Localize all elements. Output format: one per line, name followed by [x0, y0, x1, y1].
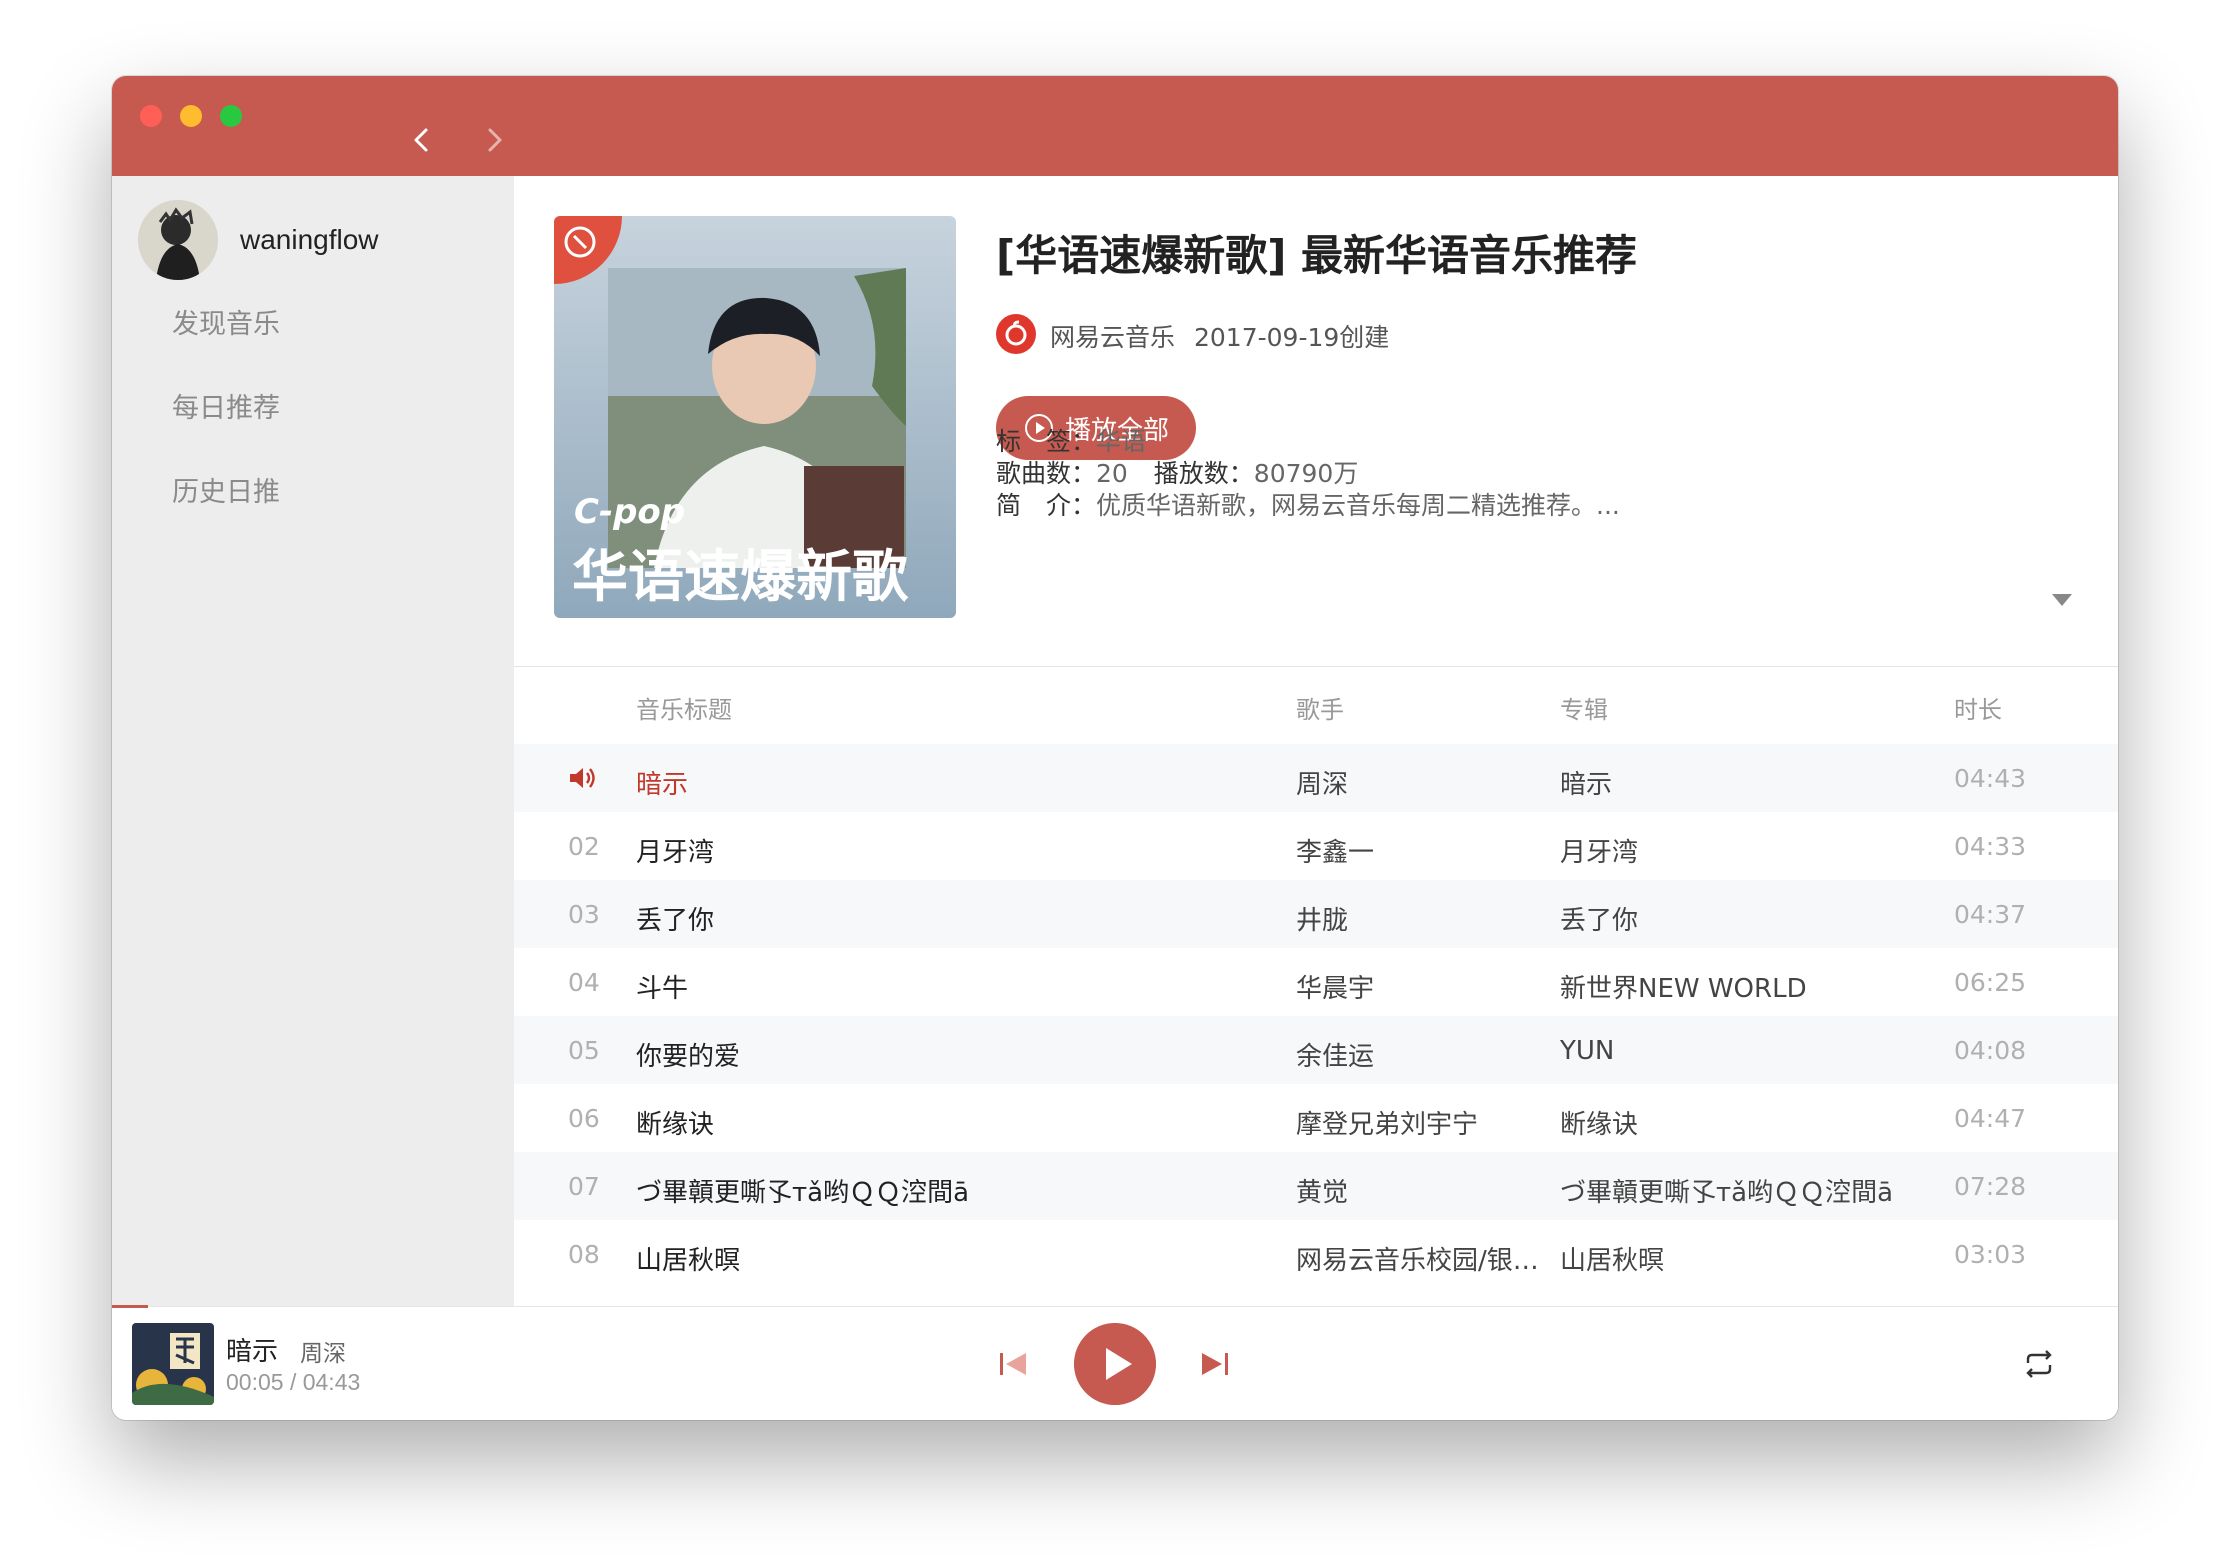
- playlist-title: [华语速爆新歌] 最新华语音乐推荐: [996, 231, 1638, 280]
- menu-discover-music[interactable]: 发现音乐: [172, 302, 280, 341]
- song-row[interactable]: 06 断缘诀 摩登兄弟刘宇宁 断缘诀 04:47: [514, 1084, 2118, 1152]
- chevron-left-icon[interactable]: [402, 120, 442, 160]
- song-index: 04: [568, 968, 600, 997]
- netease-logo-icon: [996, 314, 1036, 354]
- song-artist[interactable]: 网易云音乐校园/银…: [1296, 1240, 1548, 1277]
- song-count-label: 歌曲数：: [996, 459, 1097, 488]
- play-count-label: 播放数：: [1153, 459, 1254, 488]
- intro-row: 简 介：优质华语新歌，网易云音乐每周二精选推荐。...: [996, 486, 1620, 522]
- tag-value[interactable]: 华语: [1096, 427, 1146, 456]
- close-window-button[interactable]: [140, 105, 162, 127]
- song-row[interactable]: 04 斗牛 华晨宇 新世界NEW WORLD 06:25: [514, 948, 2118, 1016]
- app-window: waningflow 发现音乐 每日推荐 历史日推 C-pop 华语速爆新歌 […: [112, 76, 2118, 1420]
- song-artist[interactable]: 井胧: [1296, 900, 1548, 937]
- repeat-icon[interactable]: [2022, 1349, 2056, 1379]
- song-album[interactable]: YUN: [1560, 1036, 1614, 1066]
- cover-caption-big: 华语速爆新歌: [572, 545, 908, 610]
- song-duration: 06:25: [1954, 968, 2027, 997]
- tags-row: 标 签：华语: [996, 422, 1146, 458]
- song-artist[interactable]: 摩登兄弟刘宇宁: [1296, 1104, 1548, 1141]
- username[interactable]: waningflow: [240, 224, 379, 256]
- song-count: 20: [1096, 459, 1128, 488]
- tags-label: 标 签：: [996, 427, 1097, 456]
- song-row[interactable]: 08 山居秋暝 网易云音乐校园/银… 山居秋暝 03:03: [514, 1220, 2118, 1288]
- previous-track-icon[interactable]: [996, 1347, 1030, 1381]
- song-duration: 04:37: [1954, 900, 2027, 929]
- song-duration: 04:08: [1954, 1036, 2027, 1065]
- song-row[interactable]: 07 づ畢贑更嘶孓тǎ哟ＱＱ涳間ā 黄觉 づ畢贑更嘶孓тǎ哟ＱＱ涳間ā 07:2…: [514, 1152, 2118, 1220]
- next-track-icon[interactable]: [1198, 1347, 1232, 1381]
- divider: [514, 666, 2118, 667]
- song-list: 暗示 周深 暗示 04:43 02 月牙湾 李鑫一 月牙湾 04:33 03 丢…: [514, 744, 2118, 1290]
- song-index: 05: [568, 1036, 600, 1065]
- song-artist[interactable]: 黄觉: [1296, 1172, 1548, 1209]
- song-index: 08: [568, 1240, 600, 1269]
- header-artist: 歌手: [1296, 696, 1344, 724]
- song-row-playing[interactable]: 暗示 周深 暗示 04:43: [514, 744, 2118, 812]
- counts-row: 歌曲数：20 播放数：80790万: [996, 454, 1358, 490]
- intro-text: 优质华语新歌，网易云音乐每周二精选推荐。...: [1096, 491, 1620, 520]
- song-row[interactable]: 03 丢了你 井胧 丢了你 04:37: [514, 880, 2118, 948]
- header-duration: 时长: [1954, 696, 2002, 724]
- song-row[interactable]: 05 你要的爱 余佳运 YUN 04:08: [514, 1016, 2118, 1084]
- song-duration: 04:47: [1954, 1104, 2027, 1133]
- header-album: 专辑: [1560, 696, 1608, 724]
- player-bar: 暗示 周深 00:05 / 04:43: [112, 1305, 2118, 1420]
- avatar[interactable]: [138, 200, 218, 280]
- song-album[interactable]: 丢了你: [1560, 900, 1638, 937]
- song-title: 暗示: [636, 770, 689, 800]
- song-album[interactable]: 月牙湾: [1560, 832, 1638, 869]
- play-button[interactable]: [1074, 1323, 1156, 1405]
- song-title: 丢了你: [636, 906, 715, 936]
- title-bar: [112, 76, 2118, 176]
- song-title: 月牙湾: [636, 838, 715, 868]
- minimize-window-button[interactable]: [180, 105, 202, 127]
- song-album[interactable]: 断缘诀: [1560, 1104, 1638, 1141]
- menu-daily-recommend[interactable]: 每日推荐: [172, 386, 280, 425]
- now-playing-time: 00:05 / 04:43: [226, 1369, 361, 1395]
- creator-name[interactable]: 网易云音乐: [1050, 318, 1175, 354]
- song-album[interactable]: 暗示: [1560, 764, 1612, 801]
- song-index: 06: [568, 1104, 600, 1133]
- expand-triangle-icon[interactable]: [2050, 592, 2074, 608]
- song-row[interactable]: 02 月牙湾 李鑫一 月牙湾 04:33: [514, 812, 2118, 880]
- created-date: 2017-09-19创建: [1194, 323, 1390, 352]
- song-index: 07: [568, 1172, 600, 1201]
- song-artist[interactable]: 李鑫一: [1296, 832, 1548, 869]
- song-artist[interactable]: 余佳运: [1296, 1036, 1548, 1073]
- song-duration: 04:43: [1954, 764, 2027, 793]
- song-album[interactable]: づ畢贑更嘶孓тǎ哟ＱＱ涳間ā: [1560, 1172, 1893, 1209]
- sidebar: waningflow 发现音乐 每日推荐 历史日推: [112, 176, 514, 1306]
- song-title: 你要的爱: [636, 1042, 741, 1072]
- song-title: 断缘诀: [636, 1110, 715, 1140]
- song-index: 02: [568, 832, 600, 861]
- now-playing-artist[interactable]: 周深: [300, 1334, 346, 1368]
- song-duration: 03:03: [1954, 1240, 2027, 1269]
- speaker-icon: [570, 768, 595, 788]
- song-title: 山居秋暝: [636, 1246, 741, 1276]
- now-playing-cover[interactable]: [132, 1323, 214, 1405]
- intro-label: 简 介：: [996, 491, 1097, 520]
- play-count: 80790万: [1253, 459, 1359, 488]
- song-title: づ畢贑更嘶孓тǎ哟ＱＱ涳間ā: [636, 1178, 970, 1208]
- song-album[interactable]: 山居秋暝: [1560, 1240, 1664, 1277]
- progress-bar[interactable]: [112, 1305, 149, 1308]
- song-artist[interactable]: 华晨宇: [1296, 968, 1548, 1005]
- song-album[interactable]: 新世界NEW WORLD: [1560, 968, 1807, 1005]
- chevron-right-icon[interactable]: [474, 120, 514, 160]
- header-title: 音乐标题: [636, 696, 732, 724]
- zoom-window-button[interactable]: [220, 105, 242, 127]
- playlist-cover: C-pop 华语速爆新歌: [554, 216, 956, 618]
- cover-caption-small: C-pop: [574, 492, 686, 532]
- song-duration: 04:33: [1954, 832, 2027, 861]
- now-playing-title: 暗示: [226, 1337, 279, 1367]
- song-title: 斗牛: [636, 974, 689, 1004]
- menu-history-daily[interactable]: 历史日推: [172, 470, 280, 509]
- song-index: 03: [568, 900, 600, 929]
- song-artist[interactable]: 周深: [1296, 764, 1548, 801]
- song-duration: 07:28: [1954, 1172, 2027, 1201]
